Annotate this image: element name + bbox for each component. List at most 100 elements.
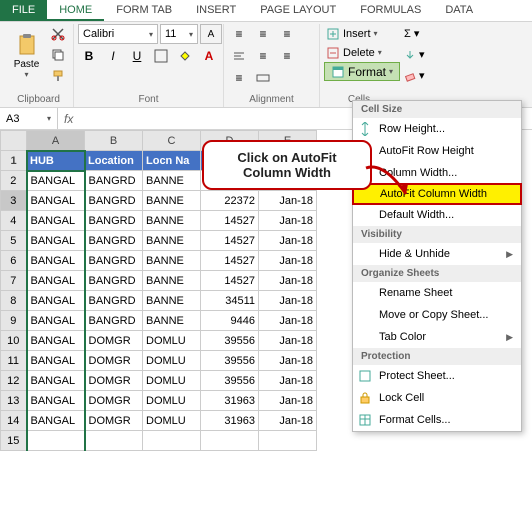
cell[interactable]	[27, 431, 85, 451]
cell[interactable]: 31963	[201, 411, 259, 431]
tab-formtab[interactable]: Form Tab	[104, 0, 184, 21]
border-button[interactable]	[150, 46, 172, 66]
menu-protect-sheet[interactable]: Protect Sheet...	[353, 365, 521, 387]
column-header-B[interactable]: B	[85, 131, 143, 151]
cell[interactable]: DOMGR	[85, 371, 143, 391]
cell[interactable]: DOMLU	[143, 331, 201, 351]
align-bottom-button[interactable]: ≡	[276, 24, 298, 44]
row-header[interactable]: 15	[1, 431, 27, 451]
row-header[interactable]: 13	[1, 391, 27, 411]
row-header[interactable]: 3	[1, 191, 27, 211]
cell[interactable]: 14527	[201, 251, 259, 271]
align-right-button[interactable]: ≡	[228, 68, 250, 88]
clear-button[interactable]: ▾	[402, 66, 427, 85]
cell[interactable]: BANNE	[143, 171, 201, 191]
cell[interactable]: Jan-18	[259, 251, 317, 271]
cell[interactable]: BANGAL	[27, 271, 85, 291]
cell[interactable]	[85, 431, 143, 451]
italic-button[interactable]: I	[102, 46, 124, 66]
align-top-button[interactable]: ≡	[228, 24, 250, 44]
menu-hide-unhide[interactable]: Hide & Unhide▶	[353, 243, 521, 265]
cell[interactable]: Jan-18	[259, 231, 317, 251]
cell[interactable]: DOMLU	[143, 411, 201, 431]
fill-color-button[interactable]	[174, 46, 196, 66]
align-left-button[interactable]: ≡	[252, 46, 274, 66]
cell[interactable]: BANGAL	[27, 251, 85, 271]
cell[interactable]: BANGRD	[85, 171, 143, 191]
tab-insert[interactable]: INSERT	[184, 0, 248, 21]
row-header[interactable]: 1	[1, 151, 27, 171]
row-header[interactable]: 6	[1, 251, 27, 271]
cell[interactable]: Jan-18	[259, 351, 317, 371]
menu-row-height[interactable]: Row Height...	[353, 118, 521, 140]
cell[interactable]: BANGAL	[27, 351, 85, 371]
cell[interactable]: Jan-18	[259, 191, 317, 211]
cell[interactable]: 34511	[201, 291, 259, 311]
cell[interactable]: DOMLU	[143, 351, 201, 371]
cell[interactable]: Jan-18	[259, 411, 317, 431]
cell[interactable]: BANNE	[143, 311, 201, 331]
format-cells-button[interactable]: Format▾	[324, 62, 400, 81]
cell[interactable]: DOMLU	[143, 391, 201, 411]
row-header[interactable]: 14	[1, 411, 27, 431]
cell[interactable]: 14527	[201, 211, 259, 231]
cell[interactable]: Jan-18	[259, 211, 317, 231]
cell[interactable]: 39556	[201, 331, 259, 351]
cell[interactable]: BANGRD	[85, 291, 143, 311]
header-cell[interactable]: Locn Na	[143, 151, 201, 171]
cell[interactable]: BANGAL	[27, 211, 85, 231]
cell[interactable]: BANGRD	[85, 231, 143, 251]
row-header[interactable]: 11	[1, 351, 27, 371]
row-header[interactable]: 9	[1, 311, 27, 331]
column-header-A[interactable]: A	[27, 131, 85, 151]
cell[interactable]: Jan-18	[259, 331, 317, 351]
cell[interactable]: Jan-18	[259, 391, 317, 411]
cell[interactable]: 14527	[201, 271, 259, 291]
row-header[interactable]: 10	[1, 331, 27, 351]
column-header-C[interactable]: C	[143, 131, 201, 151]
row-header[interactable]: 7	[1, 271, 27, 291]
cell[interactable]: DOMGR	[85, 351, 143, 371]
row-header[interactable]: 2	[1, 171, 27, 191]
row-header[interactable]: 12	[1, 371, 27, 391]
cell[interactable]: 9446	[201, 311, 259, 331]
cell[interactable]: Jan-18	[259, 371, 317, 391]
autosum-button[interactable]: Σ ▾	[402, 24, 421, 43]
delete-cells-button[interactable]: Delete▾	[324, 43, 384, 62]
menu-move-copy-sheet[interactable]: Move or Copy Sheet...	[353, 304, 521, 326]
menu-default-width[interactable]: Default Width...	[353, 204, 521, 226]
menu-lock-cell[interactable]: Lock Cell	[353, 387, 521, 409]
insert-cells-button[interactable]: Insert▾	[324, 24, 380, 43]
align-middle-button[interactable]: ≡	[252, 24, 274, 44]
cell[interactable]: DOMGR	[85, 391, 143, 411]
cell[interactable]: DOMGR	[85, 331, 143, 351]
format-painter-button[interactable]	[47, 66, 69, 86]
cell[interactable]: Jan-18	[259, 311, 317, 331]
menu-tab-color[interactable]: Tab Color▶	[353, 326, 521, 348]
cell[interactable]: 39556	[201, 351, 259, 371]
header-cell[interactable]: HUB	[27, 151, 85, 171]
cell[interactable]: BANNE	[143, 231, 201, 251]
font-size-select[interactable]: 11▾	[160, 24, 198, 44]
menu-rename-sheet[interactable]: Rename Sheet	[353, 282, 521, 304]
cut-button[interactable]	[47, 24, 69, 44]
cell[interactable]: BANGAL	[27, 291, 85, 311]
tab-file[interactable]: FILE	[0, 0, 47, 21]
row-header[interactable]: 8	[1, 291, 27, 311]
cell[interactable]: BANGAL	[27, 371, 85, 391]
merge-button[interactable]	[252, 68, 274, 88]
fill-button[interactable]: ▾	[402, 45, 427, 64]
cell[interactable]: BANGRD	[85, 311, 143, 331]
cell[interactable]: BANGAL	[27, 231, 85, 251]
cell[interactable]: Jan-18	[259, 271, 317, 291]
cell[interactable]: BANNE	[143, 211, 201, 231]
cell[interactable]: BANGAL	[27, 331, 85, 351]
cell[interactable]: 31963	[201, 391, 259, 411]
cell[interactable]: BANGAL	[27, 311, 85, 331]
cell[interactable]	[259, 431, 317, 451]
paste-button[interactable]: Paste ▾	[8, 24, 45, 88]
wrap-text-button[interactable]	[228, 46, 250, 66]
cell[interactable]: BANNE	[143, 291, 201, 311]
row-header[interactable]: 5	[1, 231, 27, 251]
underline-button[interactable]: U	[126, 46, 148, 66]
